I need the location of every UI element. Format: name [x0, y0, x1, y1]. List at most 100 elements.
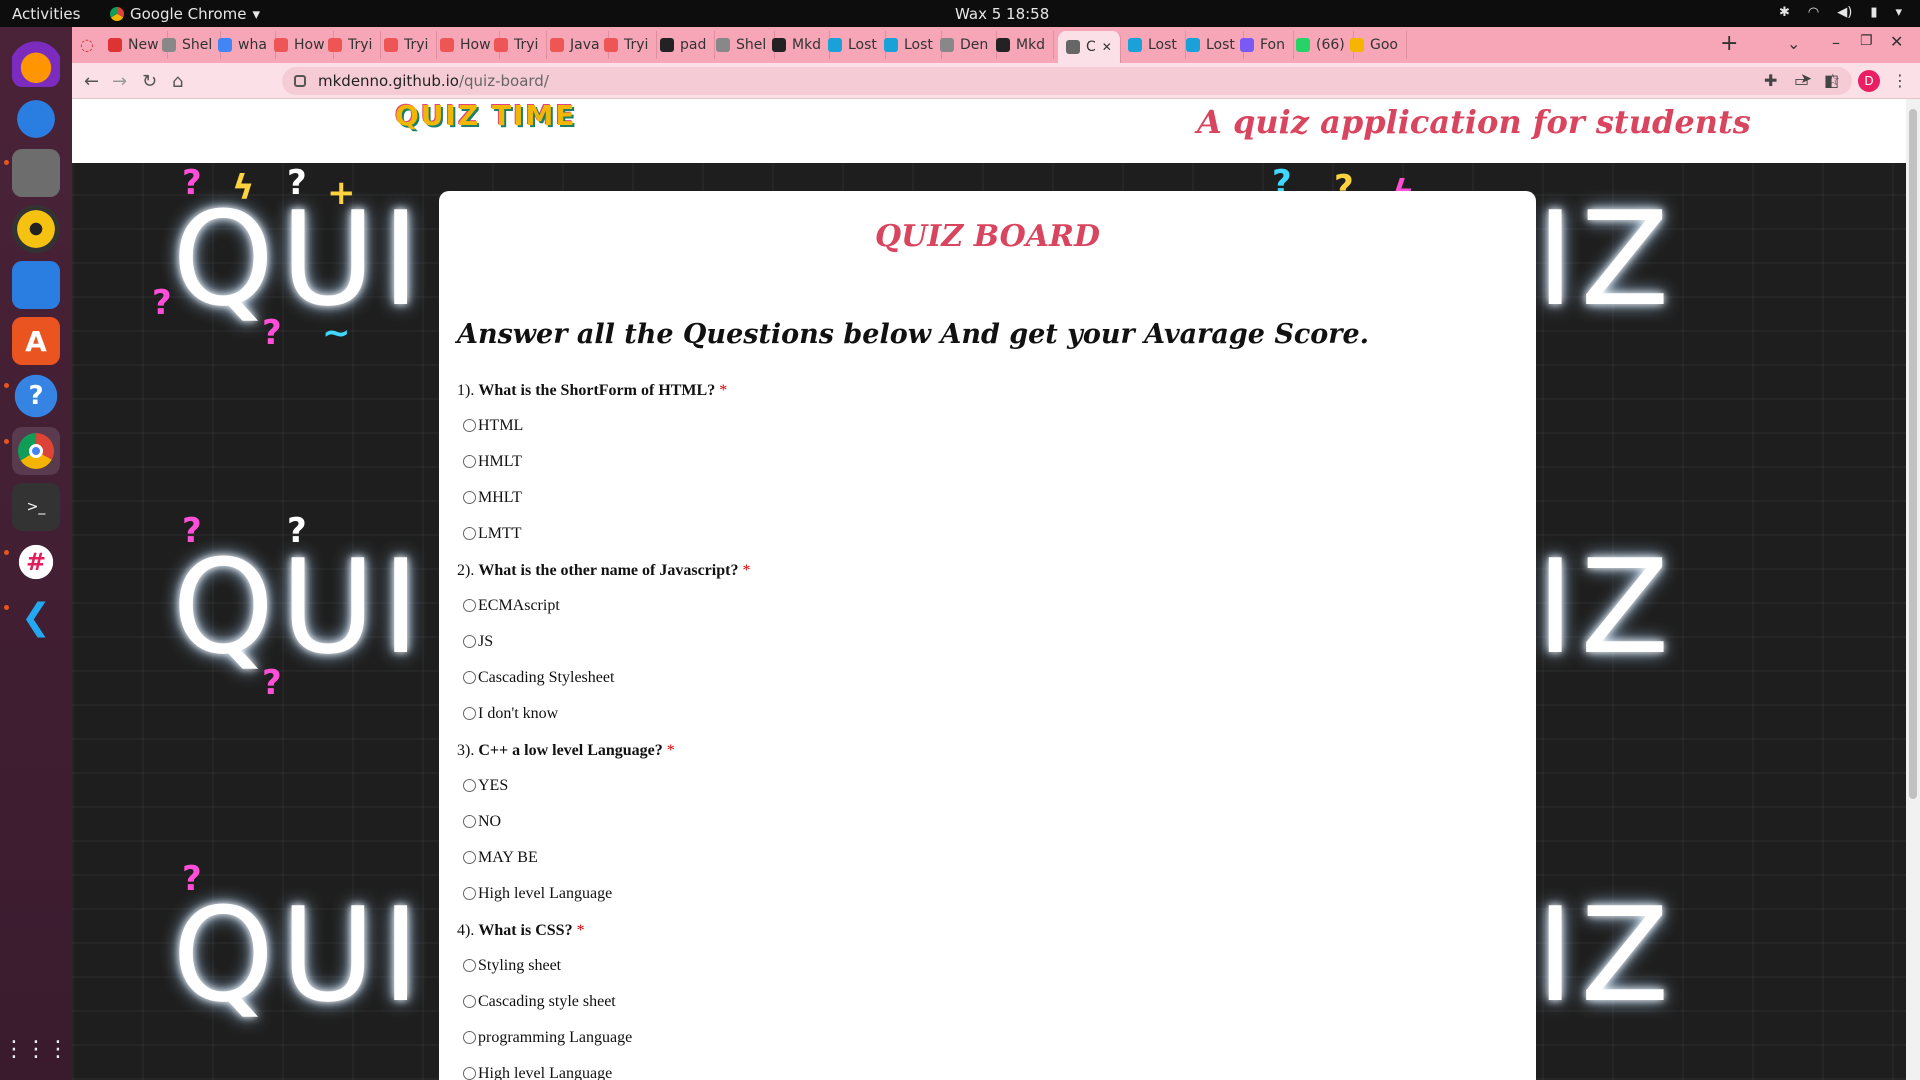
slack-tray-icon[interactable]: ✱ [1779, 5, 1790, 20]
radio-button[interactable] [463, 635, 476, 648]
answer-option[interactable]: High level Language [457, 885, 1517, 921]
help-icon[interactable]: ? [12, 372, 60, 420]
radio-button[interactable] [463, 815, 476, 828]
lock-icon[interactable] [294, 75, 306, 87]
answer-option[interactable]: I don't know [457, 705, 1517, 741]
answer-option[interactable]: YES [457, 777, 1517, 813]
answer-option[interactable]: JS [457, 633, 1517, 669]
answer-label[interactable]: HMLT [478, 453, 522, 471]
volume-icon[interactable]: ◀) [1837, 5, 1852, 20]
radio-button[interactable] [463, 1067, 476, 1080]
answer-label[interactable]: MAY BE [478, 849, 538, 867]
restore-icon[interactable]: ❐ [1860, 33, 1873, 49]
answer-option[interactable]: ECMAscript [457, 597, 1517, 633]
answer-option[interactable]: programming Language [457, 1029, 1517, 1065]
browser-tab[interactable]: C ✕ [1058, 31, 1121, 63]
radio-button[interactable] [463, 851, 476, 864]
answer-label[interactable]: MHLT [478, 489, 522, 507]
answer-option[interactable]: Cascading Stylesheet [457, 669, 1517, 705]
radio-button[interactable] [463, 671, 476, 684]
answer-option[interactable]: MAY BE [457, 849, 1517, 885]
clock[interactable]: Wax 5 18:58 [955, 5, 1049, 23]
tab-close-icon[interactable]: ✕ [1102, 40, 1112, 54]
answer-option[interactable]: LMTT [457, 525, 1517, 561]
back-icon[interactable]: ← [84, 71, 99, 92]
browser-tab[interactable]: Lost [1120, 31, 1186, 59]
answer-option[interactable]: MHLT [457, 489, 1517, 525]
radio-button[interactable] [463, 491, 476, 504]
answer-label[interactable]: I don't know [478, 705, 558, 723]
apps-grid-icon[interactable]: ⋮⋮⋮ [3, 1025, 69, 1073]
answer-label[interactable]: JS [478, 633, 493, 651]
chrome-menu-icon[interactable]: ⋮ [1892, 71, 1908, 90]
cast-icon[interactable]: ▭ [1794, 71, 1809, 90]
answer-option[interactable]: HTML [457, 417, 1517, 453]
home-icon[interactable]: ⌂ [172, 71, 183, 92]
power-menu-icon[interactable]: ▾ [1895, 5, 1902, 20]
answer-option[interactable]: HMLT [457, 453, 1517, 489]
radio-button[interactable] [463, 707, 476, 720]
answer-label[interactable]: Cascading Stylesheet [478, 669, 614, 687]
answer-label[interactable]: Cascading style sheet [478, 993, 616, 1011]
answer-label[interactable]: NO [478, 813, 501, 831]
answer-label[interactable]: Styling sheet [478, 957, 561, 975]
minimize-icon[interactable]: – [1832, 33, 1840, 52]
browser-tab[interactable]: Mkd [988, 31, 1055, 59]
answer-label[interactable]: LMTT [478, 525, 522, 543]
chrome-icon[interactable] [12, 427, 60, 475]
radio-button[interactable] [463, 1031, 476, 1044]
answer-option[interactable]: High level Language [457, 1065, 1517, 1080]
browser-tab[interactable]: Goo [1342, 31, 1407, 59]
radio-button[interactable] [463, 455, 476, 468]
answer-option[interactable]: Styling sheet [457, 957, 1517, 993]
profile-avatar[interactable]: D [1858, 70, 1880, 92]
radio-button[interactable] [463, 887, 476, 900]
new-tab-button[interactable]: + [1720, 31, 1738, 56]
answer-label[interactable]: YES [478, 777, 508, 795]
writer-icon[interactable] [12, 261, 60, 309]
software-icon[interactable]: A [12, 317, 60, 365]
system-tray[interactable]: ✱ ◠ ◀) ▮ ▾ [1779, 5, 1902, 20]
browser-tab[interactable]: Tryi [376, 31, 438, 59]
answer-label[interactable]: ECMAscript [478, 597, 560, 615]
page-scrollbar[interactable] [1906, 99, 1920, 1080]
browser-tab[interactable]: Tryi [486, 31, 548, 59]
rhythmbox-icon[interactable] [12, 205, 60, 253]
tab-search-icon[interactable]: ◌ [80, 35, 94, 54]
forward-icon[interactable]: → [112, 71, 127, 92]
files-icon[interactable] [12, 149, 60, 197]
vscode-icon[interactable]: ❮ [12, 593, 60, 641]
browser-tab[interactable]: pad [652, 31, 716, 59]
answer-option[interactable]: NO [457, 813, 1517, 849]
close-window-icon[interactable]: ✕ [1890, 32, 1903, 51]
radio-button[interactable] [463, 527, 476, 540]
answer-label[interactable]: High level Language [478, 885, 612, 903]
firefox-icon[interactable] [12, 39, 60, 87]
battery-icon[interactable]: ▮ [1870, 5, 1877, 20]
wifi-icon[interactable]: ◠ [1808, 5, 1819, 20]
scrollbar-thumb[interactable] [1909, 109, 1917, 799]
radio-button[interactable] [463, 959, 476, 972]
reload-icon[interactable]: ↻ [142, 71, 157, 92]
thunderbird-icon[interactable] [12, 95, 60, 143]
radio-button[interactable] [463, 779, 476, 792]
browser-tab[interactable]: Tryi [320, 31, 382, 59]
radio-button[interactable] [463, 995, 476, 1008]
address-bar[interactable]: mkdenno.github.io/quiz-board/ ➤ ☆ [282, 67, 1852, 95]
browser-tab[interactable]: Fon [1232, 31, 1294, 59]
radio-button[interactable] [463, 419, 476, 432]
answer-label[interactable]: High level Language [478, 1065, 612, 1080]
terminal-icon[interactable]: >_ [12, 483, 60, 531]
tab-list-icon[interactable]: ⌄ [1787, 34, 1800, 53]
site-logo[interactable]: QUIZ TIME [395, 99, 577, 132]
browser-tab[interactable]: Tryi [596, 31, 658, 59]
slack-icon[interactable]: # [12, 538, 60, 586]
radio-button[interactable] [463, 599, 476, 612]
side-panel-icon[interactable]: ◧ [1824, 71, 1839, 90]
answer-label[interactable]: HTML [478, 417, 523, 435]
answer-option[interactable]: Cascading style sheet [457, 993, 1517, 1029]
extensions-icon[interactable]: ✚ [1764, 71, 1777, 90]
app-menu[interactable]: Google Chrome ▾ [110, 5, 260, 23]
activities-button[interactable]: Activities [12, 5, 80, 23]
answer-label[interactable]: programming Language [478, 1029, 632, 1047]
